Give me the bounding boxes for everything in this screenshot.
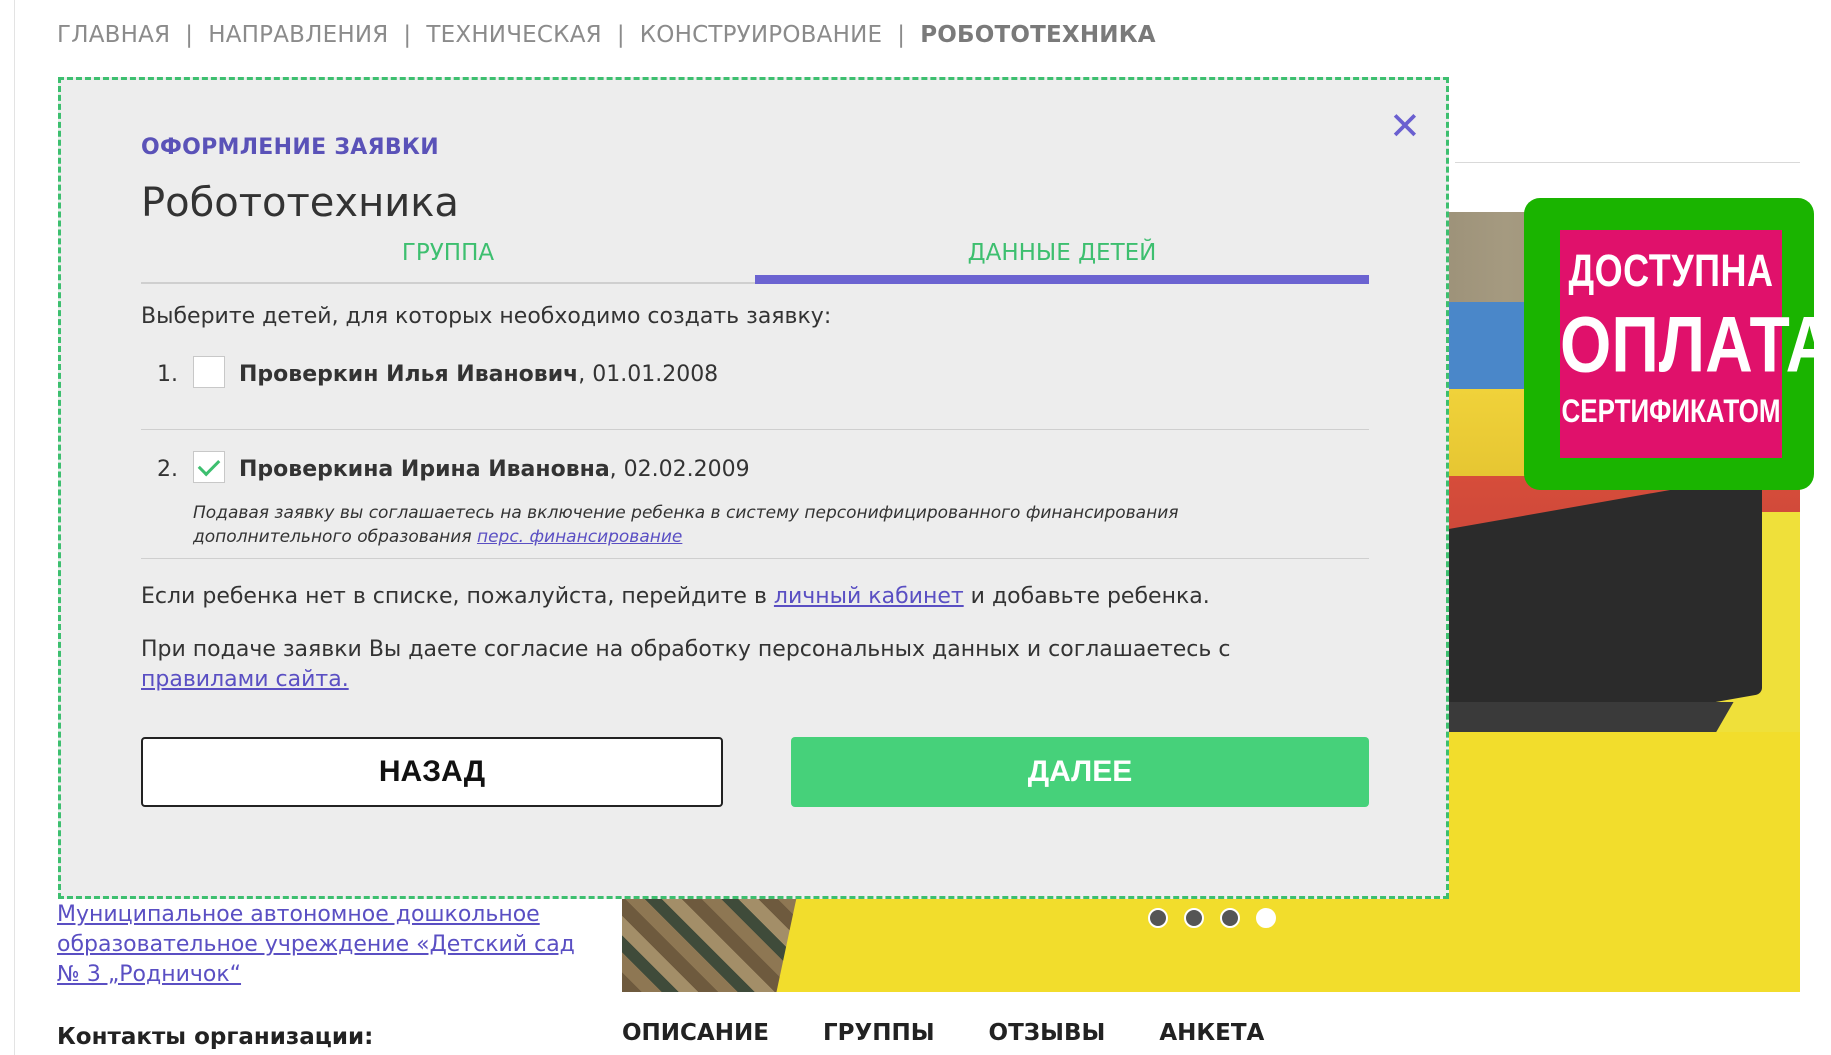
child-fullname: Проверкина Ирина Ивановна [239,457,610,482]
breadcrumb-home[interactable]: ГЛАВНАЯ [57,22,170,48]
back-button[interactable]: НАЗАД [141,737,723,807]
breadcrumb-technical[interactable]: ТЕХНИЧЕСКАЯ [426,22,601,48]
application-modal: ✕ ОФОРМЛЕНИЕ ЗАЯВКИ Робототехника ГРУППА… [58,77,1449,899]
child-number: 1. [157,362,178,387]
breadcrumb-construction[interactable]: КОНСТРУИРОВАНИЕ [640,22,882,48]
header-divider [1455,162,1800,163]
badge-line-2: ОПЛАТА [1560,299,1831,389]
missing-child-text: Если ребенка нет в списке, пожалуйста, п… [141,584,1210,609]
tab-groups[interactable]: ГРУППЫ [823,1020,935,1046]
child-dob: , 01.01.2008 [578,362,719,387]
tab-children-data[interactable]: ДАННЫЕ ДЕТЕЙ [755,240,1369,266]
slider-dot[interactable] [1184,908,1204,928]
certificate-payment-badge: ДОСТУПНА ОПЛАТА СЕРТИФИКАТОМ [1524,198,1831,490]
financing-link[interactable]: перс. финансирование [477,527,682,547]
breadcrumb: ГЛАВНАЯ | НАПРАВЛЕНИЯ | ТЕХНИЧЕСКАЯ | КОНСТРУИ… [57,22,1156,48]
child-fullname: Проверкин Илья Иванович [239,362,579,387]
organization-link[interactable]: Муниципальное автономное дошкольное обра… [57,900,577,990]
next-button[interactable]: ДАЛЕЕ [791,737,1369,807]
tab-description[interactable]: ОПИСАНИЕ [622,1020,769,1046]
breadcrumb-directions[interactable]: НАПРАВЛЕНИЯ [208,22,388,48]
active-step-indicator [755,275,1369,284]
personal-account-link[interactable]: личный кабинет [774,584,964,609]
breadcrumb-separator: | [403,22,412,48]
child-dob: , 02.02.2009 [609,457,750,482]
slider-dot[interactable] [1220,908,1240,928]
badge-line-1: ДОСТУПНА [1568,244,1774,296]
badge-line-3: СЕРТИФИКАТОМ [1561,392,1781,430]
tab-reviews[interactable]: ОТЗЫВЫ [989,1020,1106,1046]
breadcrumb-current: РОБОТОТЕХНИКА [920,22,1156,48]
breadcrumb-separator: | [185,22,194,48]
consent-text-body: При подаче заявки Вы даете согласие на о… [141,637,1231,662]
slider-dot[interactable] [1148,908,1168,928]
divider [141,558,1369,559]
child-checkbox[interactable] [193,356,225,388]
site-rules-link[interactable]: правилами сайта. [141,667,349,692]
missing-text-after: и добавьте ребенка. [963,584,1210,609]
breadcrumb-separator: | [897,22,906,48]
slider-dot[interactable] [1256,908,1276,928]
child-name: Проверкин Илья Иванович, 01.01.2008 [239,362,718,387]
breadcrumb-separator: | [616,22,625,48]
contacts-heading: Контакты организации: [57,1024,374,1050]
missing-text-before: Если ребенка нет в списке, пожалуйста, п… [141,584,774,609]
badge-inner: ДОСТУПНА ОПЛАТА СЕРТИФИКАТОМ [1560,230,1831,458]
tab-questionnaire[interactable]: АНКЕТА [1159,1020,1264,1046]
child-checkbox[interactable] [193,451,225,483]
divider [141,429,1369,430]
child-number: 2. [157,457,178,482]
course-tabs: ОПИСАНИЕ ГРУППЫ ОТЗЫВЫ АНКЕТА [622,1020,1264,1046]
tab-group[interactable]: ГРУППА [141,240,755,266]
modal-title: Робототехника [141,180,459,226]
child-name: Проверкина Ирина Ивановна, 02.02.2009 [239,457,750,482]
modal-subtitle: ОФОРМЛЕНИЕ ЗАЯВКИ [141,135,439,160]
financing-note: Подавая заявку вы соглашаетесь на включе… [193,501,1253,549]
page-edge-rule [14,0,15,1055]
close-icon[interactable]: ✕ [1389,106,1421,146]
slider-dots [1148,908,1276,928]
financing-note-text: Подавая заявку вы соглашаетесь на включе… [193,503,1179,547]
step-tabs: ГРУППА ДАННЫЕ ДЕТЕЙ [141,240,1369,284]
consent-text: При подаче заявки Вы даете согласие на о… [141,635,1241,695]
instruction-text: Выберите детей, для которых необходимо с… [141,304,832,329]
